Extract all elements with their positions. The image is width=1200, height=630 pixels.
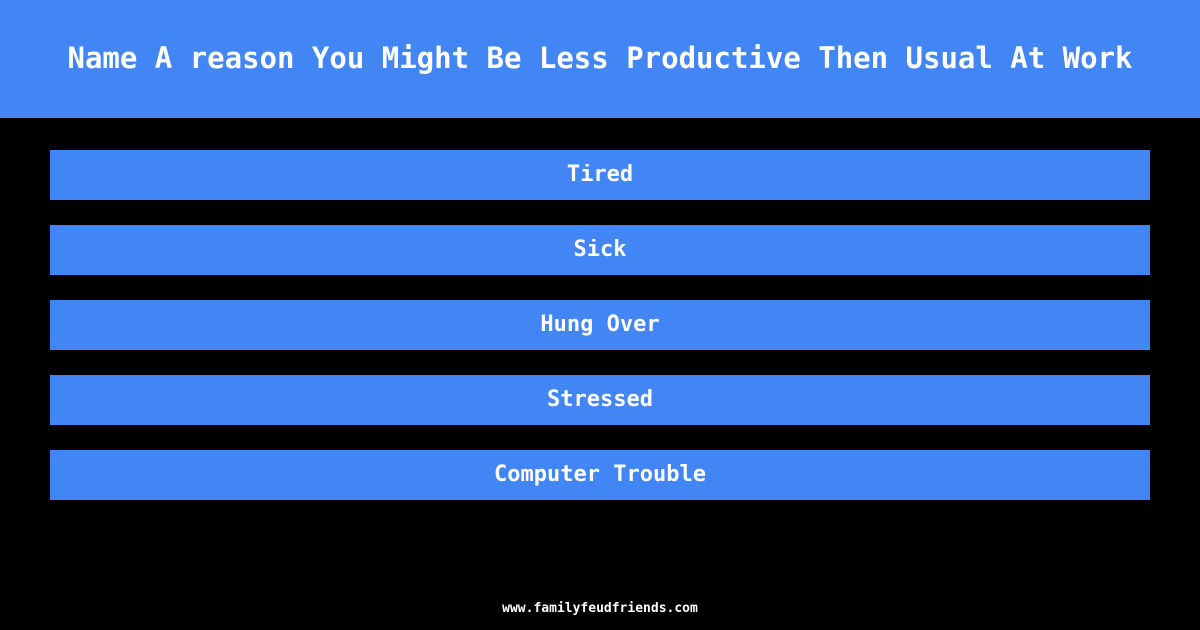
answer-row[interactable]: Sick (50, 225, 1150, 275)
answer-label: Stressed (547, 389, 653, 411)
answer-row[interactable]: Computer Trouble (50, 450, 1150, 500)
answer-label: Hung Over (540, 314, 660, 336)
question-card: Name A reason You Might Be Less Producti… (0, 0, 1200, 630)
question-title: Name A reason You Might Be Less Producti… (67, 41, 1133, 76)
answer-label: Computer Trouble (494, 464, 706, 486)
answer-row[interactable]: Tired (50, 150, 1150, 200)
answer-label: Sick (573, 239, 627, 261)
answer-list: Tired Sick Hung Over Stressed Computer T… (0, 118, 1200, 630)
answer-label: Tired (566, 164, 634, 186)
footer: www.familyfeudfriends.com (0, 597, 1200, 616)
question-banner: Name A reason You Might Be Less Producti… (0, 0, 1200, 118)
answer-row[interactable]: Stressed (50, 375, 1150, 425)
answer-row[interactable]: Hung Over (50, 300, 1150, 350)
site-url: www.familyfeudfriends.com (502, 601, 698, 616)
